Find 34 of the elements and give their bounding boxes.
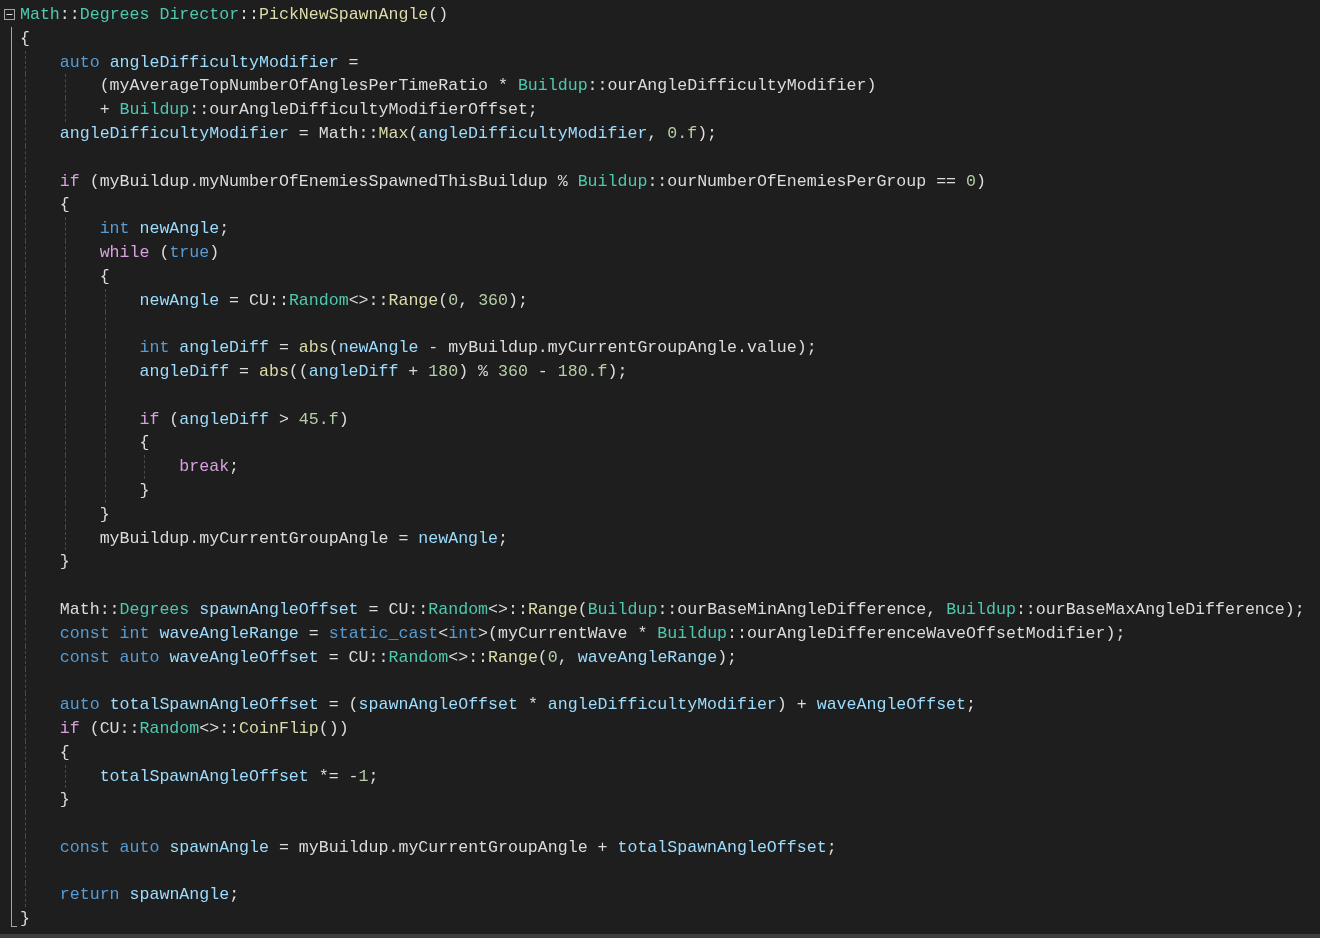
code-line: + Buildup::ourAngleDifficultyModifierOffset; bbox=[99, 99, 538, 122]
code-line: Math::Degrees spawnAngleOffset = CU::Random<>::Range(Buildup::ourBaseMinAngleDifference, Buildup::ourBaseMaxAngleDifference); bbox=[59, 598, 1305, 621]
code-line: int angleDiff = abs(newAngle - myBuildup.myCurrentGroupAngle.value); bbox=[139, 337, 817, 360]
scrollbar[interactable] bbox=[0, 934, 1320, 938]
code-line: { bbox=[59, 194, 70, 217]
code-line: totalSpawnAngleOffset *= -1; bbox=[99, 765, 379, 788]
code-line: } bbox=[20, 908, 30, 931]
code-line: if (myBuildup.myNumberOfEnemiesSpawnedThisBuildup % Buildup::ourNumberOfEnemiesPerGroup == 0) bbox=[59, 170, 986, 193]
code-line: const auto spawnAngle = myBuildup.myCurrentGroupAngle + totalSpawnAngleOffset; bbox=[59, 836, 837, 859]
code-line: int newAngle; bbox=[99, 218, 230, 241]
code-line: while (true) bbox=[99, 241, 220, 264]
code-line: } bbox=[139, 479, 150, 502]
code-line: } bbox=[59, 789, 70, 812]
code-line: angleDifficultyModifier = Math::Max(angleDifficultyModifier, 0.f); bbox=[59, 123, 718, 145]
code-line: auto angleDifficultyModifier = bbox=[59, 51, 359, 74]
code-line: return spawnAngle; bbox=[59, 884, 240, 907]
code-line: { bbox=[59, 741, 70, 764]
code-line: newAngle = CU::Random<>::Range(0, 360); bbox=[139, 289, 528, 312]
code-line: { bbox=[139, 432, 150, 455]
code-line: angleDiff = abs((angleDiff + 180) % 360 - 180.f); bbox=[139, 360, 628, 383]
code-line: } bbox=[59, 551, 70, 574]
code-line: } bbox=[99, 503, 110, 526]
code-line: if (angleDiff > 45.f) bbox=[139, 408, 349, 431]
code-line: auto totalSpawnAngleOffset = (spawnAngleOffset * angleDifficultyModifier) + waveAngleOffset; bbox=[59, 694, 976, 717]
code-line: myBuildup.myCurrentGroupAngle = newAngle; bbox=[99, 527, 508, 550]
code-line: { bbox=[20, 27, 30, 50]
code-line: (myAverageTopNumberOfAnglesPerTimeRatio * Buildup::ourAngleDifficultyModifier) bbox=[99, 75, 877, 98]
code-line: break; bbox=[179, 456, 240, 479]
code-line: Math::Degrees Director::PickNewSpawnAngle() bbox=[20, 4, 449, 26]
code-line: if (CU::Random<>::CoinFlip()) bbox=[59, 717, 349, 740]
code-line: { bbox=[99, 265, 110, 288]
code-line: const auto waveAngleOffset = CU::Random<>::Range(0, waveAngleRange); bbox=[59, 646, 738, 669]
collapse-icon[interactable] bbox=[3, 9, 15, 21]
code-line: const int waveAngleRange = static_cast<int>(myCurrentWave * Buildup::ourAngleDifferenceWaveOffsetModifier); bbox=[59, 622, 1126, 645]
